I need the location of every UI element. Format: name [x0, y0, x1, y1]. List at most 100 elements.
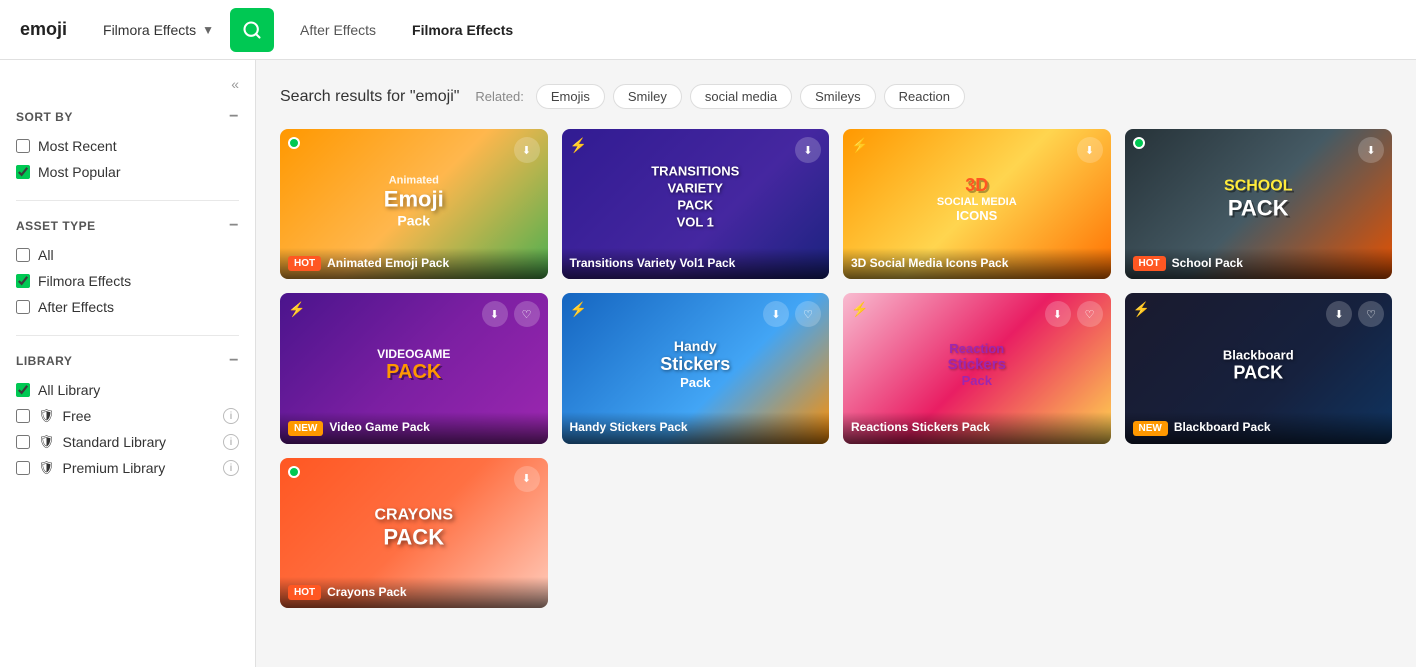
- sort-most-recent[interactable]: Most Recent: [16, 138, 239, 154]
- library-free[interactable]: 🛡 Free i: [16, 408, 239, 424]
- heart-btn-6[interactable]: ♡: [795, 301, 821, 327]
- library-premium-checkbox[interactable]: [16, 461, 30, 475]
- card-top-right-9: ⬇: [514, 466, 540, 492]
- asset-after-effects-label: After Effects: [38, 299, 114, 315]
- related-tags: Emojis Smiley social media Smileys React…: [536, 84, 965, 109]
- card-top-left-6: ⚡: [570, 301, 587, 319]
- card-top-left-2: ⚡: [570, 137, 587, 155]
- logo: emoji: [20, 19, 67, 40]
- download-btn-1[interactable]: ⬇: [514, 137, 540, 163]
- library-all-checkbox[interactable]: [16, 383, 30, 397]
- card-top-left-5: ⚡: [288, 301, 305, 319]
- library-collapse[interactable]: −: [229, 352, 239, 370]
- asset-all[interactable]: All: [16, 247, 239, 263]
- card-handy-stickers[interactable]: ⚡ ⬇ ♡ Handy Stickers Pack Handy Stickers…: [562, 293, 830, 443]
- download-btn-4[interactable]: ⬇: [1358, 137, 1384, 163]
- dropdown-arrow: ▼: [202, 23, 214, 37]
- card-top-right-8: ⬇ ♡: [1326, 301, 1384, 327]
- card-top-right-7: ⬇ ♡: [1045, 301, 1103, 327]
- layout: « SORT BY − Most Recent Most Popular ASS…: [0, 60, 1416, 667]
- tab-after-effects[interactable]: After Effects: [290, 16, 386, 44]
- search-results-title: Search results for "emoji": [280, 88, 459, 106]
- card-title-9: Crayons Pack: [327, 585, 406, 601]
- asset-filmora-effects[interactable]: Filmora Effects: [16, 273, 239, 289]
- info-icon-premium[interactable]: i: [223, 460, 239, 476]
- search-button[interactable]: [230, 8, 274, 52]
- sort-by-collapse[interactable]: −: [229, 108, 239, 126]
- shield-icon: 🛡: [38, 408, 55, 424]
- download-btn-5[interactable]: ⬇: [482, 301, 508, 327]
- heart-btn-5[interactable]: ♡: [514, 301, 540, 327]
- download-btn-7[interactable]: ⬇: [1045, 301, 1071, 327]
- library-premium[interactable]: 🛡 Premium Library i: [16, 460, 239, 476]
- card-top-left-1: [288, 137, 300, 149]
- sort-most-popular-label: Most Popular: [38, 164, 120, 180]
- library-standard[interactable]: 🛡 Standard Library i: [16, 434, 239, 450]
- tab-filmora-effects[interactable]: Filmora Effects: [402, 16, 523, 44]
- sidebar-collapse-button[interactable]: «: [16, 76, 239, 92]
- asset-type-section: ASSET TYPE − All Filmora Effects After E…: [16, 217, 239, 315]
- related-label: Related:: [475, 89, 523, 104]
- card-top-right-2: ⬇: [795, 137, 821, 163]
- asset-all-checkbox[interactable]: [16, 248, 30, 262]
- sidebar: « SORT BY − Most Recent Most Popular ASS…: [0, 60, 256, 667]
- card-title-2: Transitions Variety Vol1 Pack: [570, 256, 736, 272]
- download-btn-9[interactable]: ⬇: [514, 466, 540, 492]
- filter-dropdown[interactable]: Filmora Effects ▼: [103, 22, 214, 38]
- card-top-right-3: ⬇: [1077, 137, 1103, 163]
- download-btn-2[interactable]: ⬇: [795, 137, 821, 163]
- heart-btn-8[interactable]: ♡: [1358, 301, 1384, 327]
- shield-icon: 🛡: [38, 460, 55, 476]
- sort-most-recent-label: Most Recent: [38, 138, 117, 154]
- lightning-icon-2: ⚡: [570, 137, 587, 153]
- info-icon-free[interactable]: i: [223, 408, 239, 424]
- sort-most-popular-checkbox[interactable]: [16, 165, 30, 179]
- library-all[interactable]: All Library: [16, 382, 239, 398]
- sort-most-recent-checkbox[interactable]: [16, 139, 30, 153]
- tag-smileys[interactable]: Smileys: [800, 84, 876, 109]
- download-btn-3[interactable]: ⬇: [1077, 137, 1103, 163]
- download-btn-8[interactable]: ⬇: [1326, 301, 1352, 327]
- library-free-checkbox[interactable]: [16, 409, 30, 423]
- card-badge-8: NEW: [1133, 421, 1168, 436]
- green-dot-1: [288, 137, 300, 149]
- card-top-right-6: ⬇ ♡: [763, 301, 821, 327]
- card-top-right-4: ⬇: [1358, 137, 1384, 163]
- card-blackboard-pack[interactable]: ⚡ ⬇ ♡ Blackboard PACK NEW Blackboard Pac…: [1125, 293, 1393, 443]
- download-btn-6[interactable]: ⬇: [763, 301, 789, 327]
- library-all-label: All Library: [38, 382, 100, 398]
- lightning-icon-3: ⚡: [851, 137, 868, 153]
- tag-emojis[interactable]: Emojis: [536, 84, 605, 109]
- card-badge-4: HOT: [1133, 256, 1166, 271]
- card-animated-emoji-pack[interactable]: ⬇ Animated Emoji Pack HOT Animated Emoji…: [280, 129, 548, 279]
- green-dot-9: [288, 466, 300, 478]
- search-header: Search results for "emoji" Related: Emoj…: [280, 84, 1392, 109]
- card-overlay-3: 3D Social Media Icons Pack: [843, 248, 1111, 280]
- tag-reaction[interactable]: Reaction: [884, 84, 965, 109]
- asset-type-collapse[interactable]: −: [229, 217, 239, 235]
- card-badge-9: HOT: [288, 585, 321, 600]
- sort-most-popular[interactable]: Most Popular: [16, 164, 239, 180]
- heart-btn-7[interactable]: ♡: [1077, 301, 1103, 327]
- tag-social-media[interactable]: social media: [690, 84, 792, 109]
- card-top-left-8: ⚡: [1133, 301, 1150, 319]
- card-video-game-pack[interactable]: ⚡ ⬇ ♡ VIDEOGAME PACK NEW Video Game Pack: [280, 293, 548, 443]
- card-transitions-variety[interactable]: ⚡ ⬇ TRANSITIONSVARIETYPACKVOL 1 Transiti…: [562, 129, 830, 279]
- card-overlay-9: HOT Crayons Pack: [280, 577, 548, 609]
- asset-after-effects-checkbox[interactable]: [16, 300, 30, 314]
- asset-filmora-effects-checkbox[interactable]: [16, 274, 30, 288]
- lightning-icon-6: ⚡: [570, 301, 587, 317]
- dropdown-label: Filmora Effects: [103, 22, 196, 38]
- card-crayons-pack[interactable]: ⬇ CRAYONS PACK HOT Crayons Pack: [280, 458, 548, 608]
- card-3d-social-media[interactable]: ⚡ ⬇ 3D SOCIAL MEDIA ICONS 3D Social Medi…: [843, 129, 1111, 279]
- results-grid: ⬇ Animated Emoji Pack HOT Animated Emoji…: [280, 129, 1392, 608]
- asset-after-effects[interactable]: After Effects: [16, 299, 239, 315]
- card-school-pack[interactable]: ⬇ SCHOOL PACK HOT School Pack: [1125, 129, 1393, 279]
- library-standard-checkbox[interactable]: [16, 435, 30, 449]
- tag-smiley[interactable]: Smiley: [613, 84, 682, 109]
- lightning-icon-7: ⚡: [851, 301, 868, 317]
- card-reactions-stickers[interactable]: ⚡ ⬇ ♡ Reaction Stickers Pack Reactions S…: [843, 293, 1111, 443]
- card-title-8: Blackboard Pack: [1174, 420, 1271, 436]
- info-icon-standard[interactable]: i: [223, 434, 239, 450]
- card-overlay-2: Transitions Variety Vol1 Pack: [562, 248, 830, 280]
